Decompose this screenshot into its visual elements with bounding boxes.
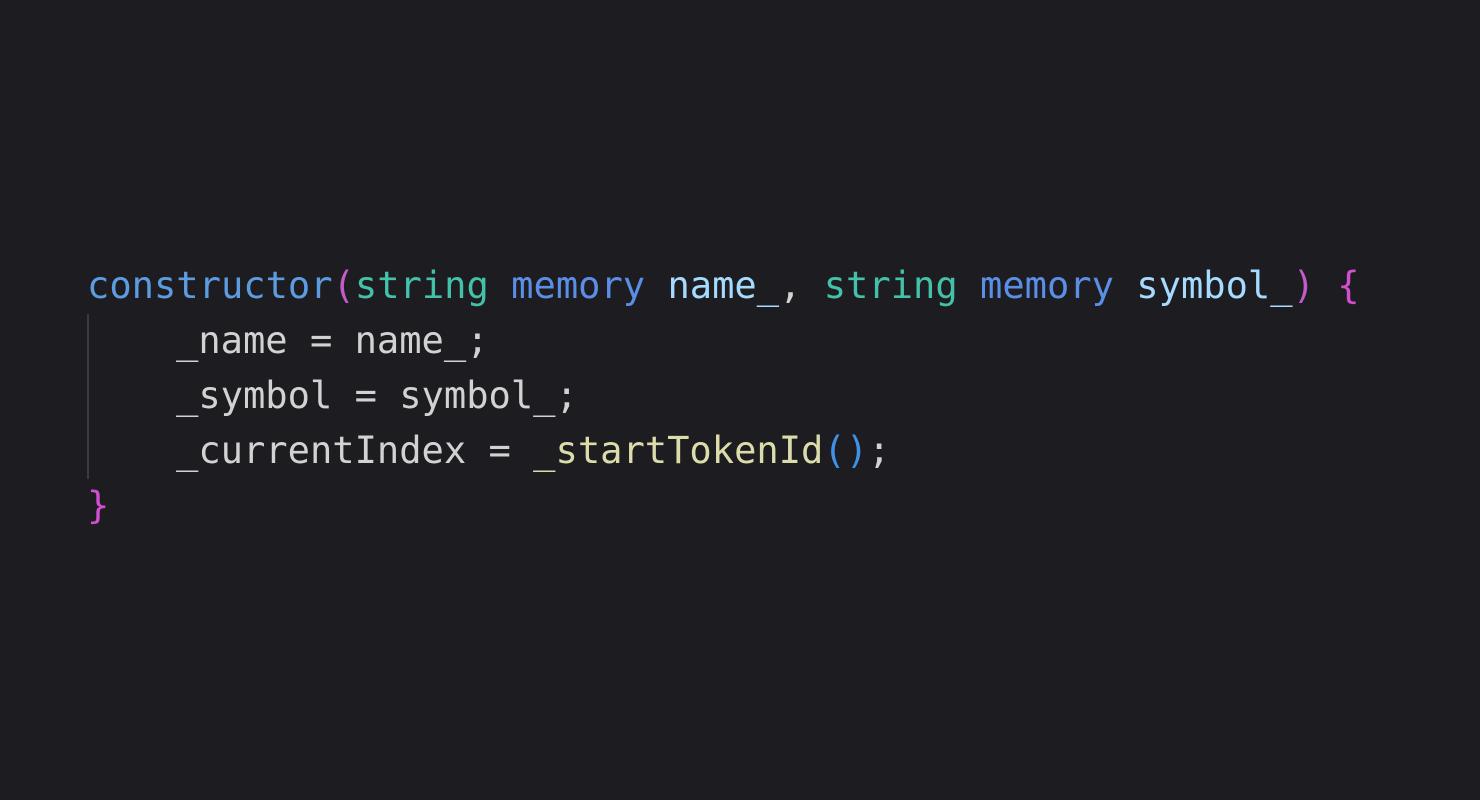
token-open-paren: ( xyxy=(332,264,355,307)
code-line-5[interactable]: } xyxy=(87,478,1360,533)
token-function-call: _startTokenId xyxy=(533,429,824,472)
token-function-name: constructor xyxy=(87,264,333,307)
token-parameter: name_ xyxy=(667,264,780,307)
token-parameter: symbol_ xyxy=(1136,264,1293,307)
code-line-2[interactable]: _name = name_; xyxy=(87,313,1360,368)
code-editor[interactable]: constructor(string memory name_, string … xyxy=(0,0,1480,800)
code-block[interactable]: constructor(string memory name_, string … xyxy=(87,258,1360,533)
token-close-brace: } xyxy=(87,484,110,527)
token-type: string xyxy=(823,264,958,307)
token-call-parens: () xyxy=(823,429,869,472)
token-type: string xyxy=(354,264,489,307)
token-semicolon: ; xyxy=(868,429,891,472)
token-comma: , xyxy=(779,264,824,307)
code-line-1[interactable]: constructor(string memory name_, string … xyxy=(87,258,1360,313)
code-line-3[interactable]: _symbol = symbol_; xyxy=(87,368,1360,423)
token-keyword: memory xyxy=(511,264,646,307)
token-statement: _symbol = symbol_; xyxy=(176,374,578,417)
code-line-4[interactable]: _currentIndex = _startTokenId(); xyxy=(87,423,1360,478)
token-statement: _name = name_; xyxy=(176,319,489,362)
token-close-paren: ) xyxy=(1292,264,1315,307)
token-assignment: _currentIndex = xyxy=(176,429,534,472)
token-open-brace: { xyxy=(1337,264,1360,307)
token-keyword: memory xyxy=(980,264,1114,307)
